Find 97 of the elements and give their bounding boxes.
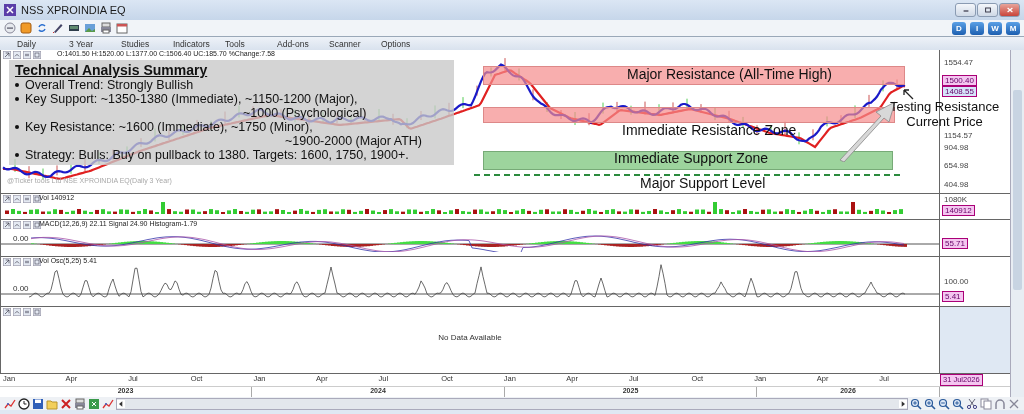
zoom-in-icon[interactable] [952,397,964,410]
summary-line: Key Support: ~1350-1380 (Immediate), ~1150-1200 (Major), [25,92,358,106]
zoom-in-icon[interactable] [910,397,922,410]
bullet-dot [15,97,19,101]
zoom-out-icon[interactable] [938,397,950,410]
period-button[interactable]: I [970,21,984,35]
summary-line: Strategy: Bulls: Buy on pullback to 1380. Targets: 1600, 1750, 1900+. [25,148,409,162]
pin-icon[interactable] [3,195,11,203]
square-icon[interactable] [33,51,41,59]
caret-icon[interactable] [13,51,21,59]
menu-item[interactable]: Options [381,38,433,49]
period-button[interactable]: W [988,21,1002,35]
axis-label: 100.00 [944,277,969,286]
pin-icon[interactable] [3,221,11,229]
axis-label: 1080K [944,195,968,204]
menu-item[interactable]: Indicators [173,38,225,49]
spreadsheet-icon[interactable] [88,397,100,410]
maximize-icon [983,6,992,14]
menu-item[interactable]: Add-ons [277,38,329,49]
caret-icon[interactable] [13,308,21,316]
period-button[interactable]: M [1006,21,1020,35]
value-tag: 140912 [942,205,975,216]
lines-icon[interactable] [23,308,31,316]
period-button[interactable]: D [952,21,966,35]
scroll-button[interactable] [899,399,907,408]
pin-icon[interactable] [3,51,11,59]
scissors-icon[interactable] [966,397,978,410]
maximize-button[interactable] [977,3,998,17]
minimize-button[interactable] [955,3,976,17]
axis-label: 0.00 [13,234,29,243]
scroll-button[interactable] [117,399,125,408]
bullet-dot [15,83,19,87]
zone-label: Major Support Level [640,176,766,191]
pencil-icon[interactable] [52,22,64,34]
chart-icon[interactable] [4,397,16,410]
lines-icon[interactable] [23,195,31,203]
triangle-left-icon [117,399,125,408]
triangle-right-icon [899,399,907,408]
value-tag: 55.71 [942,238,969,249]
menu-item[interactable]: Daily [17,38,69,49]
value-tag: 5.41 [942,291,964,302]
lines-icon[interactable] [23,221,31,229]
chart-icon[interactable] [102,397,114,410]
bullet-dot [15,125,19,129]
app-icon [4,4,16,16]
clock-icon[interactable] [18,397,30,410]
menu-item[interactable]: 3 Year [69,38,121,49]
printer-icon[interactable] [74,397,86,410]
picture-icon[interactable] [84,22,96,34]
square-icon[interactable] [33,221,41,229]
scrollbar-thumb[interactable] [1013,90,1022,290]
square-icon[interactable] [33,308,41,316]
zone-label: Major Resistance (All-Time High) [627,67,832,82]
axis-label: 0.00 [13,284,29,293]
square-icon[interactable] [33,195,41,203]
axis-label: 654.98 [944,161,969,170]
zone-label: Immediate Support Zone [614,151,769,166]
menu-item[interactable]: Studies [121,38,173,49]
pin-icon[interactable] [3,308,11,316]
menu-item[interactable]: Tools [225,38,277,49]
price-tag: 1408.55 [942,86,977,97]
cross-icon[interactable] [60,397,72,410]
axis-label: 1554.47 [944,58,973,67]
tile-icon[interactable] [20,22,32,34]
summary-title: Technical Analysis Summary [15,62,209,78]
summary-line: Key Resistance: ~1600 (Immediate), ~1750 (Minor), [25,120,313,134]
close-button[interactable] [999,3,1020,17]
refresh-icon[interactable] [36,22,48,34]
minus-icon[interactable] [4,22,16,34]
summary-line: Overall Trend: Strongly Bullish [25,78,194,92]
printer-icon[interactable] [100,22,112,34]
arrow [902,88,914,100]
bullet-dot [15,153,19,157]
close-icon [1005,6,1014,14]
arch-icon[interactable] [994,397,1006,410]
lines-icon[interactable] [23,51,31,59]
axis-label: 1154.57 [944,131,973,140]
axis-label: 404.98 [944,180,969,189]
summary-line: ~1000 (Psychological) [242,106,368,120]
empty-message: No Data Available [437,333,503,342]
axis-label: 904.98 [944,143,969,152]
lines-icon[interactable] [23,258,31,266]
caret-icon[interactable] [13,258,21,266]
square-icon[interactable] [33,258,41,266]
calendar-icon[interactable] [116,22,128,34]
x-icon[interactable] [1008,397,1020,410]
zoom-in-icon[interactable] [924,397,936,410]
caret-icon[interactable] [13,195,21,203]
vertical-scrollbar[interactable] [1010,50,1024,397]
horizontal-scrollbar[interactable] [116,397,908,410]
save-icon[interactable] [32,397,44,410]
caret-icon[interactable] [13,221,21,229]
summary-line: ~1900-2000 (Major ATH) [284,134,423,148]
monitor-icon[interactable] [68,22,80,34]
pin-icon[interactable] [3,258,11,266]
menu-item[interactable]: Scanner [329,38,381,49]
window-title: NSS XPROINDIA EQ [21,4,127,16]
